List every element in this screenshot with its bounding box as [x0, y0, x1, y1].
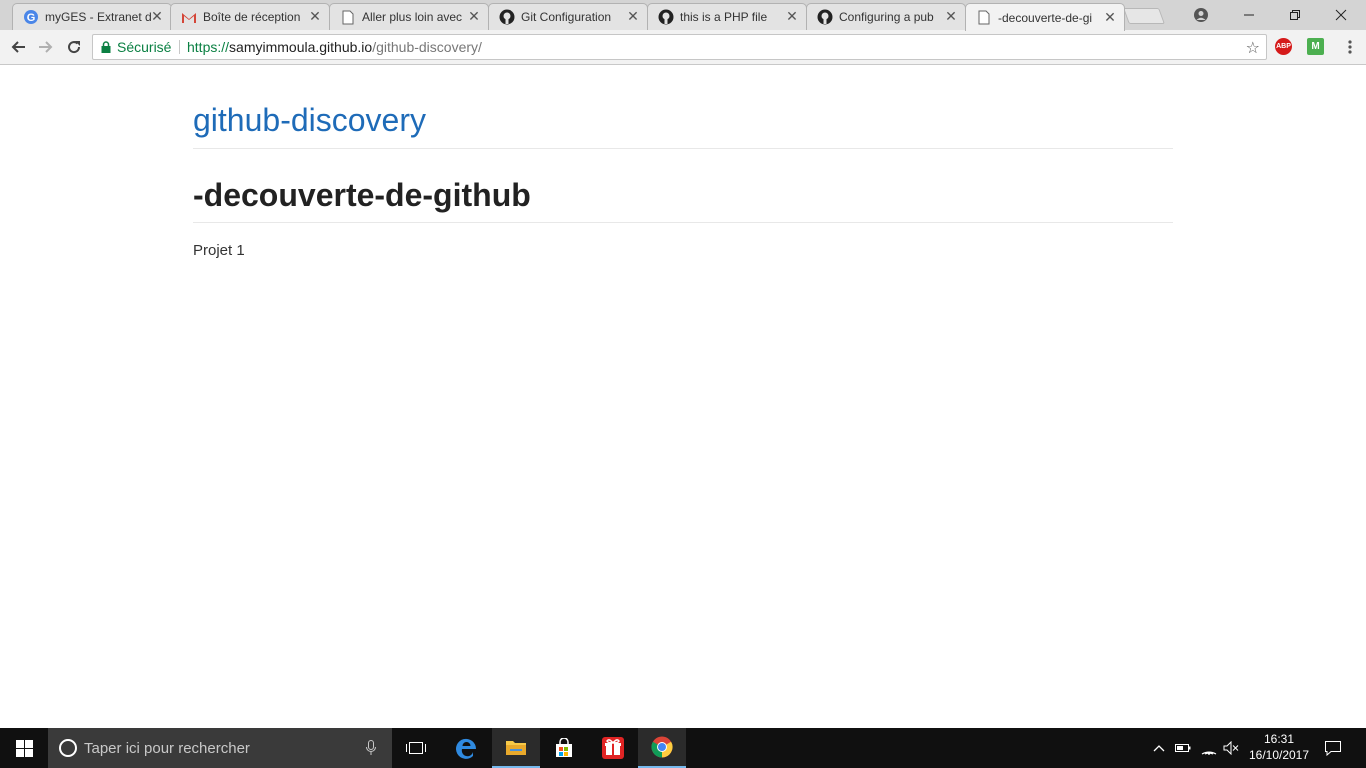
tab-configuring-a-pub[interactable]: Configuring a pub ✕: [806, 3, 966, 30]
tab-strip: G myGES - Extranet de ✕ Boîte de récepti…: [0, 0, 1366, 31]
url-host: samyimmoula.github.io: [229, 39, 373, 55]
battery-icon[interactable]: [1173, 728, 1193, 768]
cortana-icon: [59, 739, 77, 757]
profile-icon[interactable]: [1178, 0, 1224, 30]
menu-kebab-icon[interactable]: [1338, 35, 1362, 59]
close-tab-icon[interactable]: ✕: [945, 10, 957, 24]
volume-muted-icon[interactable]: [1220, 728, 1242, 768]
page-body-text: Projet 1: [193, 242, 245, 259]
taskbar-search-box[interactable]: Taper ici pour rechercher: [48, 728, 392, 768]
url-scheme: https://: [187, 39, 230, 55]
extension-label: M: [1311, 41, 1320, 52]
page-icon: [976, 10, 992, 26]
secure-label: Sécurisé: [117, 39, 172, 55]
title-divider: [193, 148, 1173, 149]
close-tab-icon[interactable]: ✕: [627, 10, 639, 24]
url-text[interactable]: https://samyimmoula.github.io/github-dis…: [187, 35, 482, 59]
chrome-icon[interactable]: [638, 728, 686, 768]
tab-myges[interactable]: G myGES - Extranet de ✕: [12, 3, 172, 30]
bookmark-star-icon[interactable]: ☆: [1246, 38, 1260, 57]
tab-decouverte-active[interactable]: -decouverte-de-gi ✕: [965, 3, 1125, 31]
extension-icon[interactable]: M: [1307, 38, 1324, 55]
close-tab-icon[interactable]: ✕: [151, 10, 163, 24]
tab-title: myGES - Extranet de: [45, 10, 151, 24]
clock-date: 16/10/2017: [1248, 748, 1310, 762]
github-icon: [658, 9, 674, 25]
tab-title: Configuring a pub: [839, 10, 934, 24]
secure-indicator[interactable]: Sécurisé: [101, 35, 171, 59]
windows-taskbar: Taper ici pour rechercher 16:31 16/10/20…: [0, 728, 1366, 768]
close-tab-icon[interactable]: ✕: [1104, 11, 1116, 25]
close-tab-icon[interactable]: ✕: [309, 10, 321, 24]
tab-title: this is a PHP file: [680, 10, 768, 24]
heading-divider: [193, 222, 1173, 223]
tab-title: Git Configuration: [521, 10, 612, 24]
tab-title: Boîte de réception: [203, 10, 301, 24]
lock-icon: [101, 41, 111, 53]
restore-icon[interactable]: [1272, 0, 1318, 30]
gmail-icon: [181, 9, 197, 25]
gift-app-icon[interactable]: [589, 728, 637, 768]
page-heading: -decouverte-de-github: [193, 177, 531, 213]
svg-text:G: G: [27, 12, 36, 24]
action-center-icon[interactable]: [1316, 728, 1350, 768]
forward-arrow-icon[interactable]: [34, 35, 58, 59]
file-explorer-icon[interactable]: [492, 728, 540, 768]
reload-icon[interactable]: [62, 35, 86, 59]
microphone-icon[interactable]: [366, 740, 376, 756]
g-logo-icon: G: [23, 9, 39, 25]
url-path: /github-discovery/: [372, 39, 482, 55]
back-arrow-icon[interactable]: [6, 35, 30, 59]
github-icon: [499, 9, 515, 25]
tab-title: -decouverte-de-gi: [998, 10, 1093, 25]
windows-start-icon[interactable]: [0, 728, 48, 768]
adblock-plus-label: ABP: [1276, 43, 1291, 50]
new-tab-button[interactable]: [1123, 8, 1165, 24]
wifi-icon[interactable]: [1198, 728, 1220, 768]
page-icon: [340, 9, 356, 25]
search-placeholder: Taper ici pour rechercher: [84, 739, 250, 757]
address-divider: [179, 40, 180, 54]
tab-aller-plus-loin[interactable]: Aller plus loin avec ✕: [329, 3, 489, 30]
tab-title: Aller plus loin avec: [362, 10, 463, 24]
repo-title-link[interactable]: github-discovery: [193, 100, 426, 140]
close-tab-icon[interactable]: ✕: [786, 10, 798, 24]
close-tab-icon[interactable]: ✕: [468, 10, 480, 24]
taskbar-clock[interactable]: 16:31 16/10/2017: [1246, 731, 1312, 763]
github-icon: [817, 9, 833, 25]
tab-php-file[interactable]: this is a PHP file ✕: [647, 3, 807, 30]
minimize-icon[interactable]: [1226, 0, 1272, 30]
store-icon[interactable]: [540, 728, 588, 768]
tray-chevron-up-icon[interactable]: [1150, 728, 1168, 768]
adblock-plus-icon[interactable]: ABP: [1275, 38, 1292, 55]
tab-gmail[interactable]: Boîte de réception ✕: [170, 3, 330, 30]
edge-browser-icon[interactable]: [443, 728, 491, 768]
tab-git-configuration[interactable]: Git Configuration ✕: [488, 3, 648, 30]
clock-time: 16:31: [1263, 732, 1295, 746]
task-view-icon[interactable]: [392, 728, 440, 768]
address-bar[interactable]: Sécurisé https://samyimmoula.github.io/g…: [92, 34, 1267, 60]
browser-toolbar: Sécurisé https://samyimmoula.github.io/g…: [0, 30, 1366, 65]
close-window-icon[interactable]: [1318, 0, 1364, 30]
